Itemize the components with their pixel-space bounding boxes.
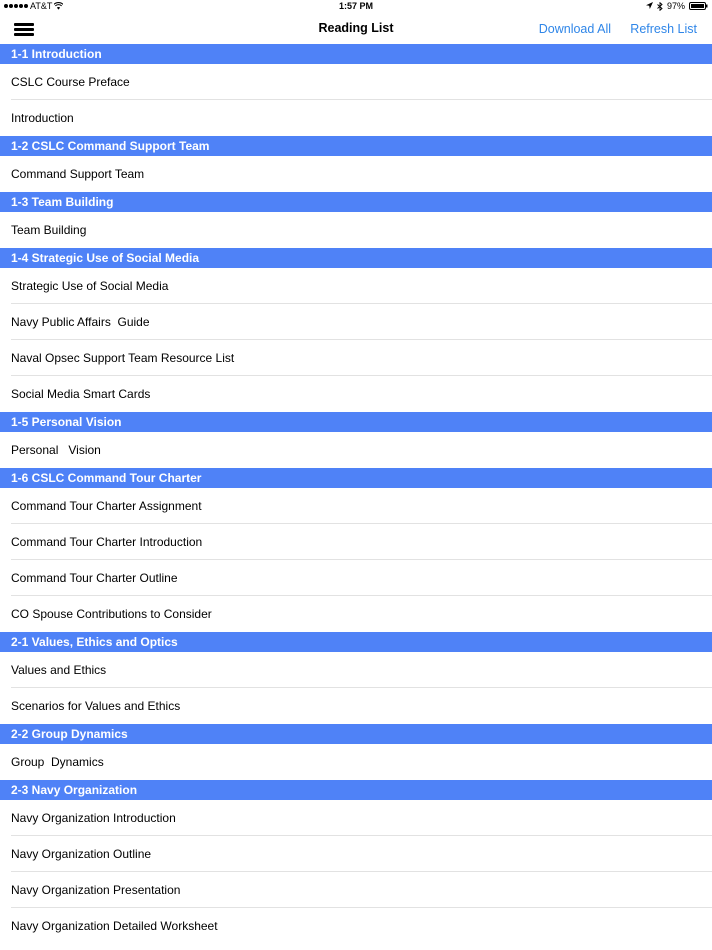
list-item[interactable]: Team Building bbox=[0, 212, 712, 248]
section-header: 1-1 Introduction bbox=[0, 44, 712, 64]
list-item[interactable]: Command Tour Charter Outline bbox=[0, 560, 712, 596]
list-item[interactable]: Naval Opsec Support Team Resource List bbox=[0, 340, 712, 376]
list-item[interactable]: Command Support Team bbox=[0, 156, 712, 192]
reading-list: 1-1 Introduction CSLC Course Preface Intro… bbox=[0, 44, 712, 944]
section-header: 1-4 Strategic Use of Social Media bbox=[0, 248, 712, 268]
list-item[interactable]: Command Tour Charter Assignment bbox=[0, 488, 712, 524]
section-header: 1-3 Team Building bbox=[0, 192, 712, 212]
battery-icon bbox=[689, 2, 708, 10]
list-item[interactable]: Navy Public Affairs Guide bbox=[0, 304, 712, 340]
refresh-list-button[interactable]: Refresh List bbox=[630, 22, 697, 36]
list-item[interactable]: Values and Ethics bbox=[0, 652, 712, 688]
section-header: 1-5 Personal Vision bbox=[0, 412, 712, 432]
location-arrow-icon bbox=[645, 2, 653, 9]
list-item[interactable]: Navy Organization Outline bbox=[0, 836, 712, 872]
battery-percent: 97% bbox=[666, 1, 685, 11]
list-item[interactable]: Scenarios for Values and Ethics bbox=[0, 688, 712, 724]
section-header: 1-2 CSLC Command Support Team bbox=[0, 136, 712, 156]
list-item[interactable]: Navy Organization Presentation bbox=[0, 872, 712, 908]
list-item[interactable]: Navy Organization Introduction bbox=[0, 800, 712, 836]
list-item[interactable]: Social Media Smart Cards bbox=[0, 376, 712, 412]
status-time: 1:57 PM bbox=[338, 1, 373, 11]
nav-bar: Reading List Download All Refresh List bbox=[0, 14, 712, 44]
list-item[interactable]: Navy Organization Detailed Worksheet bbox=[0, 908, 712, 944]
list-item[interactable]: Personal Vision bbox=[0, 432, 712, 468]
list-item[interactable]: Group Dynamics bbox=[0, 744, 712, 780]
list-item[interactable]: CO Spouse Contributions to Consider bbox=[0, 596, 712, 632]
status-right: 97% bbox=[645, 1, 708, 11]
section-header: 2-2 Group Dynamics bbox=[0, 724, 712, 744]
list-item[interactable]: CSLC Course Preface bbox=[0, 64, 712, 100]
list-item[interactable]: Command Tour Charter Introduction bbox=[0, 524, 712, 560]
list-item[interactable]: Introduction bbox=[0, 100, 712, 136]
list-item[interactable]: Strategic Use of Social Media bbox=[0, 268, 712, 304]
section-header: 2-3 Navy Organization bbox=[0, 780, 712, 800]
section-header: 2-1 Values, Ethics and Optics bbox=[0, 632, 712, 652]
download-all-button[interactable]: Download All bbox=[539, 22, 611, 36]
status-bar: AT&T 1:57 PM 97% bbox=[0, 0, 712, 14]
section-header: 1-6 CSLC Command Tour Charter bbox=[0, 468, 712, 488]
bluetooth-icon bbox=[657, 1, 663, 11]
